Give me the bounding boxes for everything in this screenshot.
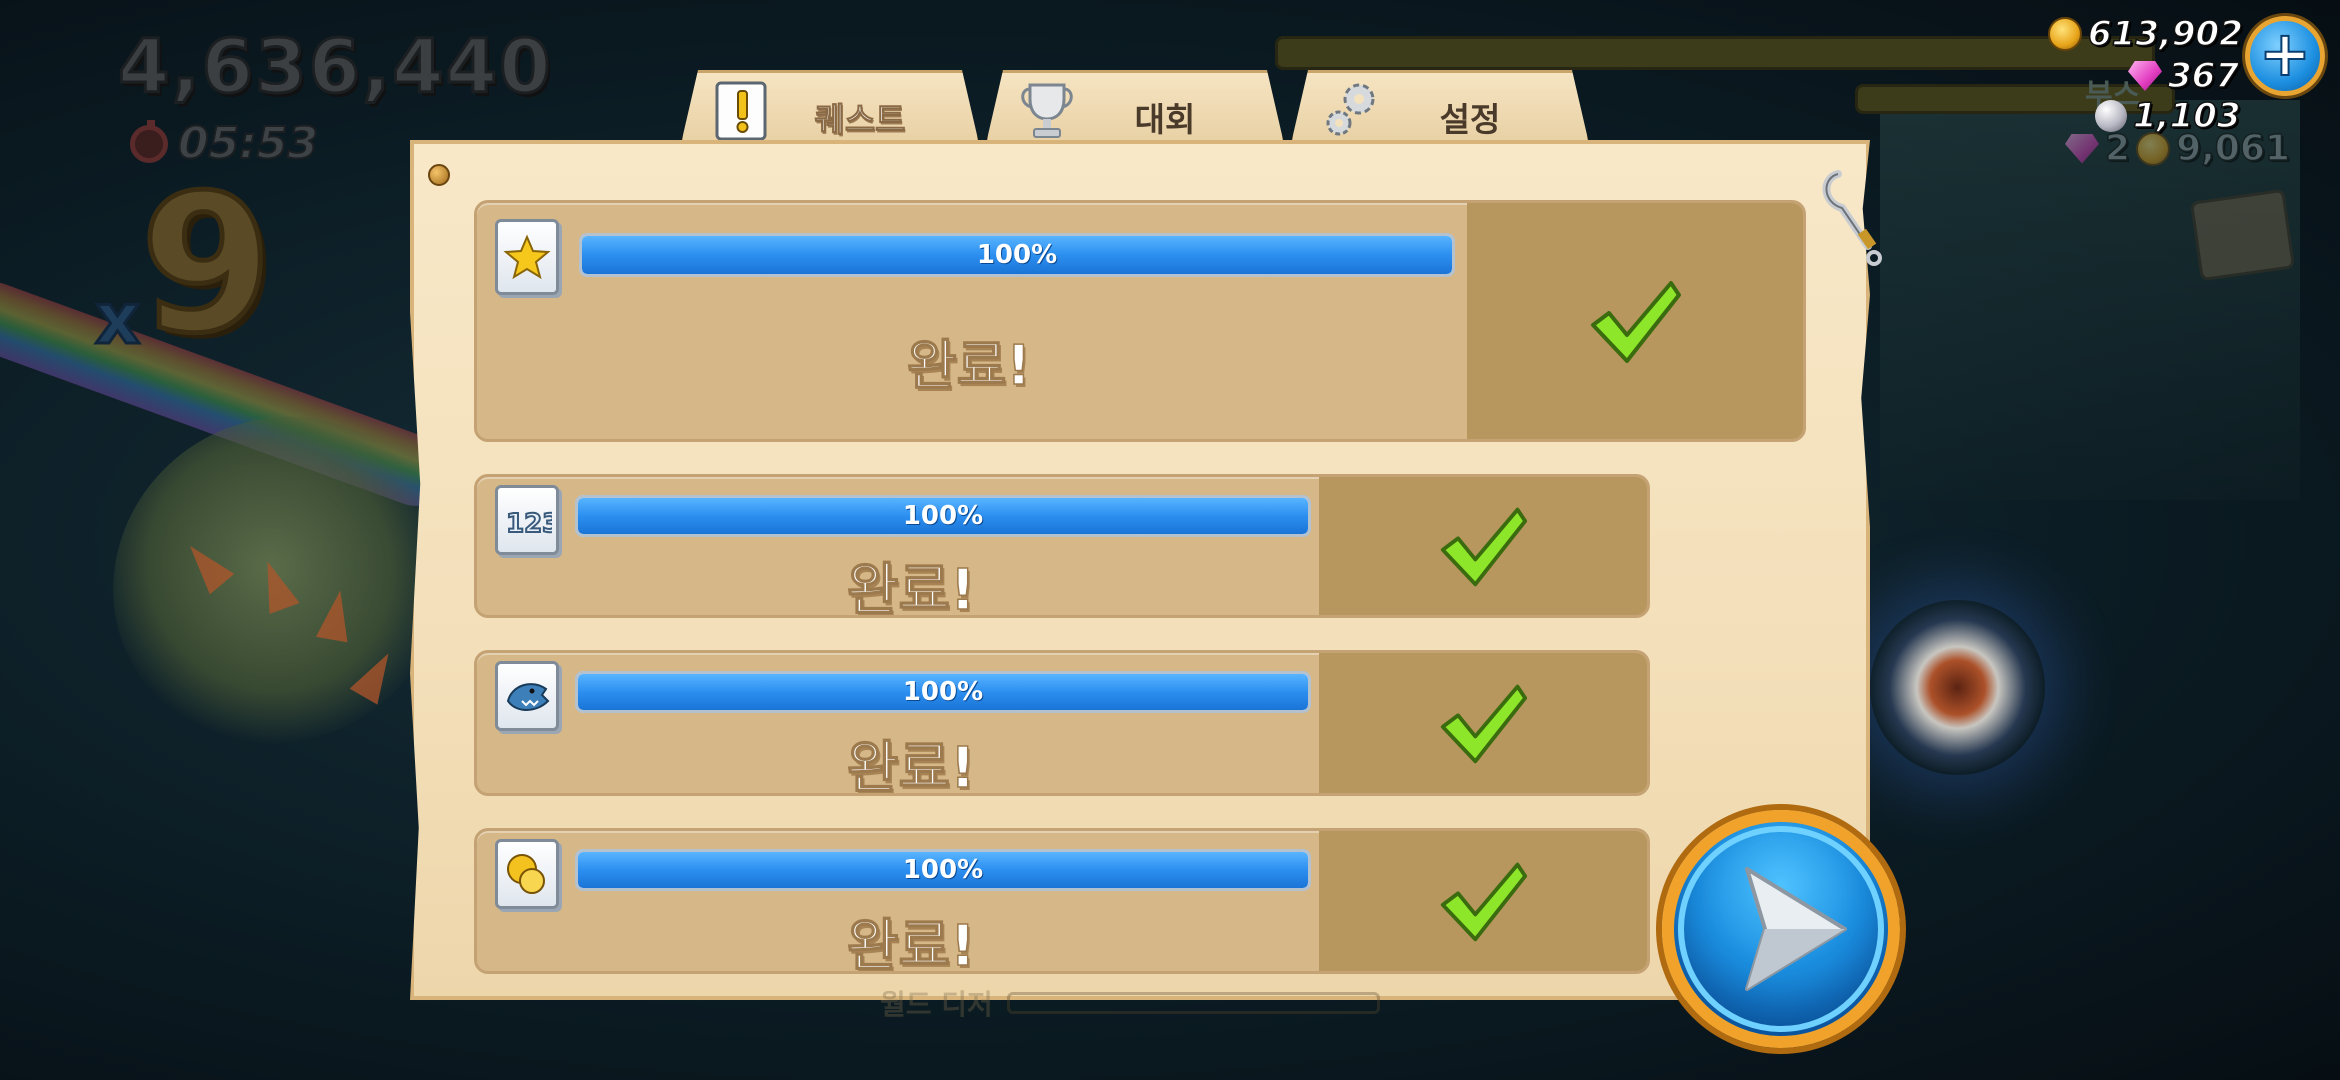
coin-value: 613,902 [2087,13,2243,55]
quest-progress-text: 100% [976,240,1058,270]
quest-card: 100% 완료! [474,650,1650,796]
coins-icon [495,839,559,909]
quest-card: 100% 완료! [474,828,1650,974]
bottom-bar-ghost: 월드 디저 [880,988,1380,1021]
gem-icon [2065,133,2099,164]
tab-quests[interactable]: 퀘스트 [680,70,980,148]
multiplier-value: 9 [138,154,275,375]
score-multiplier: x 9 [93,154,275,375]
tab-settings-label: 설정 [1439,100,1501,139]
tab-quests-label: 퀘스트 [814,100,906,140]
gold-rush-bar [1275,36,2155,70]
quest-status: 완료! [906,333,1032,398]
coin-balance: 613,902 [2048,13,2244,55]
tab-tournament[interactable]: 대회 [985,70,1285,148]
bottom-ghost-label: 월드 디저 [880,988,993,1021]
vortex-portal [1870,600,2045,775]
run-earnings: 2 9,061 [2065,127,2291,170]
tab-tournament-label: 대회 [1134,100,1196,139]
coin-icon [2136,131,2171,166]
multiplier-x: x [93,277,141,362]
quest-status: 완료! [846,557,976,618]
quest-progress-bar: 100% [575,671,1311,713]
quest-complete-area [1319,477,1647,615]
quest-status: 완료! [846,913,976,974]
coin-icon [2048,17,2082,51]
quest-card: 100% 완료! [474,200,1806,442]
quest-progress-bar: 100% [575,849,1311,891]
checkmark-icon [1440,862,1528,942]
quest-progress-bar: 100% [579,233,1455,277]
quest-progress-text: 100% [902,855,984,885]
numbers-123-icon: 123 [495,485,559,555]
gem-value: 367 [2167,55,2239,97]
run-gems-value: 2 [2104,127,2131,170]
quest-complete-area [1319,831,1647,971]
hook-icon [1822,170,1882,266]
bottom-ghost-bar [1006,992,1380,1014]
quest-progress-bar: 100% [575,495,1311,537]
add-currency-button[interactable]: + [2245,16,2325,96]
quest-complete-area [1467,203,1803,439]
treasure-map-icon[interactable] [2189,188,2296,282]
checkmark-icon [1591,281,1681,363]
quest-progress-text: 100% [902,501,984,531]
panel-stud [428,164,450,186]
score-counter: 4,636,440 [117,23,553,112]
play-button[interactable] [1662,810,1900,1048]
quest-card: 123 100% 완료! [474,474,1650,618]
gem-balance: 367 [2128,55,2240,97]
quest-complete-area [1319,653,1647,793]
play-arrow-icon [1745,867,1847,991]
plus-icon: + [2258,17,2312,90]
gem-icon [2128,61,2162,91]
star-badge-icon [495,219,559,295]
tab-settings[interactable]: 설정 [1290,70,1590,148]
shark-icon [495,661,559,731]
run-coins-value: 9,061 [2175,127,2290,170]
checkmark-icon [1440,684,1528,764]
checkmark-icon [1440,507,1528,587]
quest-status: 완료! [846,735,976,796]
quest-progress-text: 100% [902,677,984,707]
svg-text:123: 123 [506,509,552,539]
